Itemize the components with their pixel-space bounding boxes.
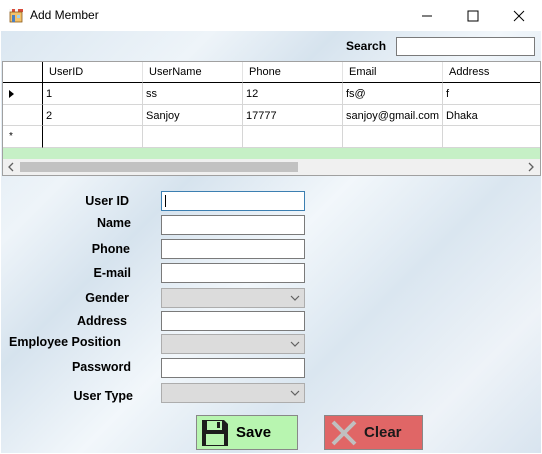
phone-field[interactable]	[161, 239, 305, 259]
close-icon	[513, 10, 525, 21]
table-cell[interactable]	[43, 126, 143, 148]
table-cell[interactable]: ss	[143, 83, 243, 105]
scroll-right-icon[interactable]	[526, 162, 536, 172]
email-label: E-mail	[93, 266, 131, 280]
name-field[interactable]	[161, 215, 305, 235]
email-field[interactable]	[161, 263, 305, 283]
name-label: Name	[96, 216, 131, 230]
current-row-arrow-icon	[9, 90, 14, 98]
maximize-icon	[467, 10, 479, 21]
clear-x-icon	[331, 420, 357, 445]
chevron-down-icon	[290, 295, 300, 301]
column-header-email[interactable]: Email	[343, 62, 443, 83]
column-header-address[interactable]: Address	[443, 62, 540, 83]
employee-position-label: Employee Position	[9, 335, 121, 349]
gender-label: Gender	[85, 291, 129, 305]
employee-position-select[interactable]	[161, 334, 305, 354]
table-cell[interactable]: 2	[43, 105, 143, 126]
title-bar: Add Member	[0, 0, 542, 31]
user-id-label: User ID	[85, 194, 129, 208]
address-field[interactable]	[161, 311, 305, 331]
row-header-current[interactable]	[3, 83, 43, 105]
scroll-left-icon[interactable]	[6, 162, 16, 172]
table-cell[interactable]: 1	[43, 83, 143, 105]
column-header-userid[interactable]: UserID	[43, 62, 143, 83]
table-cell[interactable]: Sanjoy	[143, 105, 243, 126]
phone-label: Phone	[91, 242, 130, 256]
password-field[interactable]	[161, 358, 305, 378]
table-cell[interactable]: Dhaka	[443, 105, 540, 126]
scrollbar-thumb[interactable]	[20, 162, 298, 172]
text-cursor	[165, 195, 166, 207]
address-label: Address	[76, 314, 127, 328]
chevron-down-icon	[290, 390, 300, 396]
user-type-label: User Type	[73, 389, 133, 403]
grid-background-band	[3, 148, 540, 159]
column-header-phone[interactable]: Phone	[243, 62, 343, 83]
members-grid[interactable]: UserID UserName Phone Email Address 1 ss…	[2, 61, 541, 176]
table-cell[interactable]	[443, 126, 540, 148]
chevron-down-icon	[290, 341, 300, 347]
user-id-field[interactable]	[161, 191, 305, 211]
user-type-select[interactable]	[161, 383, 305, 403]
minimize-button[interactable]	[404, 0, 450, 31]
row-header[interactable]	[3, 105, 43, 126]
window-title: Add Member	[30, 8, 99, 22]
table-cell[interactable]: f	[443, 83, 540, 105]
store-icon	[9, 9, 23, 23]
password-label: Password	[71, 360, 131, 374]
table-cell[interactable]	[343, 126, 443, 148]
column-header-username[interactable]: UserName	[143, 62, 243, 83]
floppy-disk-icon	[202, 419, 228, 446]
close-button[interactable]	[496, 0, 542, 31]
search-label: Search	[346, 39, 387, 53]
table-cell[interactable]: fs@	[343, 83, 443, 105]
table-cell[interactable]	[243, 126, 343, 148]
table-cell[interactable]: sanjoy@gmail.com	[343, 105, 443, 126]
gender-select[interactable]	[161, 288, 305, 308]
table-cell[interactable]	[143, 126, 243, 148]
grid-corner-header[interactable]	[3, 62, 43, 83]
maximize-button[interactable]	[450, 0, 496, 31]
new-row-marker[interactable]: *	[3, 126, 43, 148]
table-cell[interactable]: 17777	[243, 105, 343, 126]
clear-label: Clear	[364, 424, 402, 441]
horizontal-scrollbar[interactable]	[3, 159, 540, 175]
table-cell[interactable]: 12	[243, 83, 343, 105]
clear-button[interactable]: Clear	[324, 415, 423, 450]
add-member-window: Add Member Search UserID UserName Phone …	[0, 0, 542, 454]
save-label: Save	[236, 424, 272, 441]
save-button[interactable]: Save	[196, 415, 298, 450]
search-input[interactable]	[396, 37, 535, 56]
minimize-icon	[422, 15, 432, 16]
